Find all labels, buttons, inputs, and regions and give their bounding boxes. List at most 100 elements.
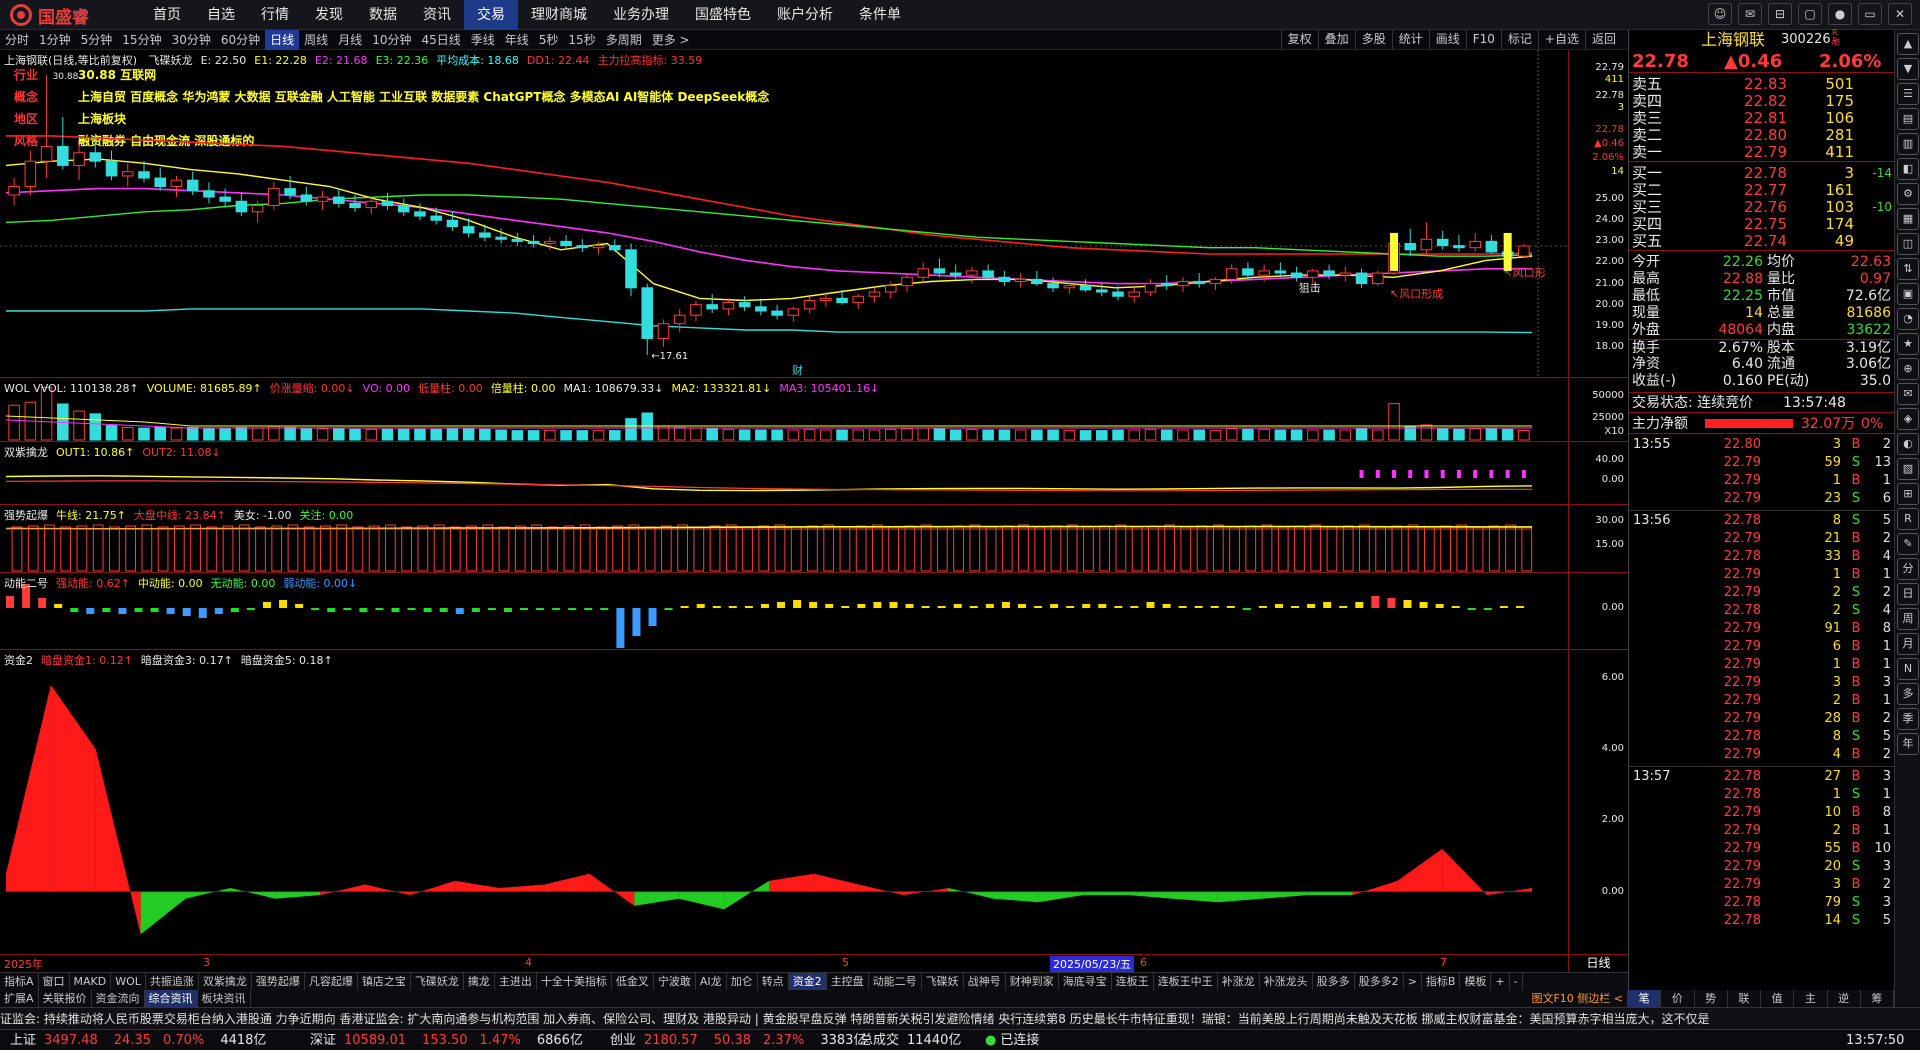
quote-tab-5[interactable]: 主 <box>1794 990 1828 1007</box>
side-tool-icon-26[interactable]: 多 <box>1897 683 1919 705</box>
tool-button-1[interactable]: 叠加 <box>1317 30 1355 50</box>
period-tab-11[interactable]: 季线 <box>466 30 500 50</box>
indicator-tab-13[interactable]: 低金叉 <box>612 973 654 990</box>
indicator-tab-23[interactable]: 财神到家 <box>1006 973 1059 990</box>
szl-panel[interactable]: 双紫擒龙 OUT1: 10.86↑ OUT2: 11.08↓ 40.00 0.00 <box>0 442 1628 505</box>
side-tool-icon-20[interactable]: ✎ <box>1897 533 1919 555</box>
tool-button-3[interactable]: 统计 <box>1391 30 1429 50</box>
menu-item-10[interactable]: 账户分析 <box>764 0 846 30</box>
side-tool-icon-14[interactable]: ✉ <box>1897 383 1919 405</box>
quote-tab-3[interactable]: 联 <box>1728 990 1761 1007</box>
menu-item-2[interactable]: 行情 <box>248 0 302 30</box>
kline-panel[interactable]: 上海钢联(日线,等比前复权) 飞碟妖龙 E: 22.50 E1: 22.28 E2: … <box>0 50 1628 378</box>
menu-item-11[interactable]: 条件单 <box>846 0 914 30</box>
side-tool-icon-15[interactable]: ◈ <box>1897 408 1919 430</box>
order-book-row[interactable]: 卖二 22.80 281 <box>1629 127 1895 144</box>
side-tool-icon-19[interactable]: R <box>1897 508 1919 530</box>
indicator-tab-11[interactable]: 主进出 <box>495 973 537 990</box>
quote-tab-6[interactable]: 逆 <box>1828 990 1861 1007</box>
period-tab-2[interactable]: 5分钟 <box>76 30 118 50</box>
zj-panel[interactable]: 资金2 暗盘资金1: 0.12↑ 暗盘资金3: 0.17↑ 暗盘资金5: 0.18↑ … <box>0 650 1628 955</box>
period-tab-9[interactable]: 10分钟 <box>367 30 416 50</box>
index-quote[interactable]: 深证 10589.01 153.50 1.47% 6866亿 <box>310 1030 583 1050</box>
kline-svg[interactable]: ←17.6130.88↖风口形成↖风口形狙击财 <box>0 50 1568 378</box>
period-tab-10[interactable]: 45日线 <box>416 30 465 50</box>
indicator-tab-15[interactable]: AI龙 <box>696 973 727 990</box>
period-tab-15[interactable]: 多周期 <box>601 30 647 50</box>
side-tool-icon-0[interactable]: ▲ <box>1897 33 1919 55</box>
period-tab-14[interactable]: 15秒 <box>563 30 600 50</box>
period-tab-0[interactable]: 分时 <box>0 30 34 50</box>
ext-tab-1[interactable]: 关联报价 <box>39 990 92 1007</box>
period-tab-12[interactable]: 年线 <box>500 30 534 50</box>
side-tool-icon-25[interactable]: N <box>1897 658 1919 680</box>
side-tool-icon-7[interactable]: ▦ <box>1897 208 1919 230</box>
tool-button-5[interactable]: F10 <box>1465 30 1501 50</box>
window-control-icon-6[interactable]: ✕ <box>1888 3 1912 25</box>
news-ticker[interactable]: 证监会: 持续推动将人民币股票交易柜台纳入港股通 力争近期向 香港证监会: 扩大… <box>0 1007 1920 1029</box>
menu-item-9[interactable]: 国盛特色 <box>682 0 764 30</box>
indicator-tab-8[interactable]: 镇店之宝 <box>358 973 411 990</box>
indicator-tab-1[interactable]: 窗口 <box>39 973 70 990</box>
qs-panel[interactable]: 强势起爆 牛线: 21.75↑ 大盘中线: 23.84↑ 美女: -1.00 关注: 0… <box>0 505 1628 573</box>
menu-item-6[interactable]: 交易 <box>464 0 518 30</box>
period-tab-8[interactable]: 月线 <box>333 30 367 50</box>
tool-button-6[interactable]: 标记 <box>1500 30 1538 50</box>
tool-button-2[interactable]: 多股 <box>1354 30 1392 50</box>
side-tool-icon-5[interactable]: ◧ <box>1897 158 1919 180</box>
side-tool-icon-13[interactable]: ⊕ <box>1897 358 1919 380</box>
period-tab-7[interactable]: 周线 <box>299 30 333 50</box>
indicator-tab-34[interactable]: + <box>1491 973 1510 990</box>
side-tool-icon-17[interactable]: ▧ <box>1897 458 1919 480</box>
side-tool-icon-27[interactable]: 季 <box>1897 708 1919 730</box>
indicator-tab-17[interactable]: 转点 <box>758 973 789 990</box>
zj-svg[interactable] <box>0 650 1568 955</box>
indicator-tab-12[interactable]: 十全十美指标 <box>537 973 612 990</box>
side-tool-icon-16[interactable]: ◐ <box>1897 433 1919 455</box>
side-tool-icon-22[interactable]: 日 <box>1897 583 1919 605</box>
chart-area[interactable]: 上海钢联(日线,等比前复权) 飞碟妖龙 E: 22.50 E1: 22.28 E2: … <box>0 50 1628 972</box>
indicator-tab-20[interactable]: 动能二号 <box>869 973 922 990</box>
indicator-tab-16[interactable]: 加仑 <box>727 973 758 990</box>
tool-button-4[interactable]: 画线 <box>1428 30 1466 50</box>
window-control-icon-5[interactable]: ▭ <box>1858 3 1882 25</box>
menu-item-1[interactable]: 自选 <box>194 0 248 30</box>
menu-item-7[interactable]: 理财商城 <box>518 0 600 30</box>
side-tool-icon-9[interactable]: ⇅ <box>1897 258 1919 280</box>
side-tool-icon-12[interactable]: ★ <box>1897 333 1919 355</box>
quote-tab-2[interactable]: 势 <box>1695 990 1728 1007</box>
index-quote[interactable]: 创业 2180.57 50.38 2.37% 3383亿 <box>610 1030 866 1050</box>
window-control-icon-3[interactable]: ▢ <box>1798 3 1822 25</box>
window-control-icon-2[interactable]: ⊟ <box>1768 3 1792 25</box>
indicator-tab-4[interactable]: 共振追涨 <box>146 973 199 990</box>
order-book-row[interactable]: 卖一 22.79 411 <box>1629 144 1895 161</box>
side-tool-icon-23[interactable]: 周 <box>1897 608 1919 630</box>
indicator-tab-7[interactable]: 凡容起爆 <box>305 973 358 990</box>
indicator-tab-14[interactable]: 宁波敢 <box>654 973 696 990</box>
period-tab-13[interactable]: 5秒 <box>534 30 564 50</box>
ext-tab-3[interactable]: 综合资讯 <box>144 990 198 1007</box>
f10-sidebar-toggle[interactable]: 图文F10 侧边栏 < <box>1527 990 1628 1007</box>
side-tool-icon-21[interactable]: 分 <box>1897 558 1919 580</box>
ext-tab-2[interactable]: 资金流向 <box>92 990 145 1007</box>
indicator-tab-35[interactable]: - <box>1510 973 1523 990</box>
index-quote[interactable]: 上证 3497.48 24.35 0.70% 4418亿 <box>10 1030 266 1050</box>
side-tool-icon-3[interactable]: ▤ <box>1897 108 1919 130</box>
period-tab-5[interactable]: 60分钟 <box>216 30 265 50</box>
indicator-tab-21[interactable]: 飞碟妖 <box>922 973 964 990</box>
menu-item-5[interactable]: 资讯 <box>410 0 464 30</box>
tool-button-0[interactable]: 复权 <box>1280 30 1318 50</box>
menu-item-8[interactable]: 业务办理 <box>600 0 682 30</box>
quote-tab-7[interactable]: 筹 <box>1861 990 1894 1007</box>
indicator-tab-27[interactable]: 补涨龙 <box>1218 973 1260 990</box>
side-tool-icon-10[interactable]: ▣ <box>1897 283 1919 305</box>
order-book-row[interactable]: 买三 22.76 103 -10 <box>1629 199 1895 216</box>
indicator-tab-22[interactable]: 战神号 <box>964 973 1006 990</box>
order-book-row[interactable]: 卖四 22.82 175 <box>1629 93 1895 110</box>
period-tab-4[interactable]: 30分钟 <box>167 30 216 50</box>
indicator-tab-31[interactable]: > <box>1404 973 1422 990</box>
side-tool-icon-24[interactable]: 月 <box>1897 633 1919 655</box>
side-tool-icon-1[interactable]: ▼ <box>1897 58 1919 80</box>
indicator-tab-26[interactable]: 连板王中王 <box>1154 973 1218 990</box>
quote-tab-1[interactable]: 价 <box>1661 990 1695 1007</box>
